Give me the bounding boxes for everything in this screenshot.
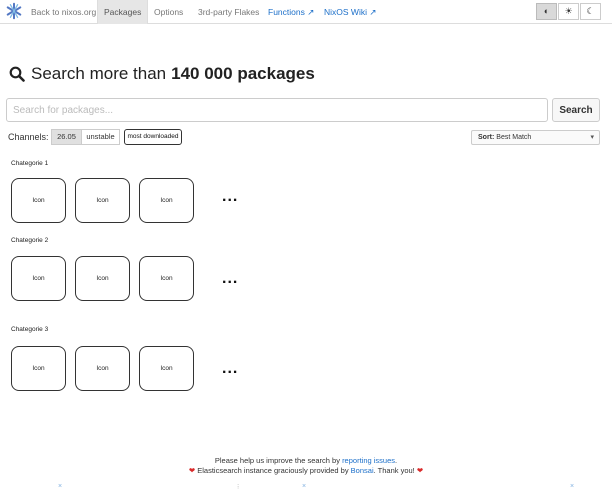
channel-26-05[interactable]: 26.05	[51, 129, 82, 145]
page-title-count: 140 000 packages	[171, 64, 315, 83]
package-icon-tile[interactable]: Icon	[75, 256, 130, 301]
nixos-logo-icon[interactable]	[5, 2, 23, 20]
nav-3rd-party-flakes[interactable]: 3rd-party Flakes	[192, 0, 265, 24]
more-indicator[interactable]: ...	[222, 270, 238, 288]
footer-sponsor-line: ❤ Elasticsearch instance graciously prov…	[0, 466, 612, 475]
footer-help-line: Please help us improve the search by rep…	[0, 456, 612, 465]
more-indicator[interactable]: ...	[222, 360, 238, 378]
decorative-mark-icon: ×	[58, 483, 63, 490]
theme-dark-icon[interactable]: ☾	[580, 3, 601, 20]
package-icon-tile[interactable]: Icon	[139, 178, 194, 223]
search-icon	[9, 66, 25, 82]
category-title: Chategorie 1	[11, 160, 49, 167]
top-navbar: Back to nixos.org Packages Options 3rd-p…	[0, 0, 612, 24]
nav-options[interactable]: Options	[148, 0, 189, 24]
page-title-prefix: Search more than	[31, 64, 167, 83]
reporting-issues-link[interactable]: reporting issues	[342, 456, 395, 465]
footer-help-suffix: .	[395, 456, 398, 465]
heart-icon: ❤	[416, 466, 424, 475]
nav-packages[interactable]: Packages	[97, 0, 149, 24]
package-icon-tile[interactable]: Icon	[139, 346, 194, 391]
package-icon-tile[interactable]: Icon	[11, 346, 66, 391]
sort-label: Sort:	[478, 134, 495, 141]
sort-value: Best Match	[496, 134, 532, 141]
channel-unstable[interactable]: unstable	[81, 129, 120, 145]
sort-select[interactable]: Sort: Best Match ▾	[471, 130, 600, 145]
nav-back-to-nixos[interactable]: Back to nixos.org	[25, 0, 102, 24]
most-downloaded-button[interactable]: most downloaded	[124, 129, 182, 145]
heart-icon: ❤	[188, 466, 196, 475]
decorative-mark-icon: ×	[302, 483, 307, 490]
bonsai-link[interactable]: Bonsai	[351, 466, 374, 475]
more-indicator[interactable]: ...	[222, 188, 238, 206]
page-title: Search more than 140 000 packages	[9, 64, 315, 84]
package-icon-tile[interactable]: Icon	[75, 346, 130, 391]
theme-auto-icon[interactable]: ◐	[536, 3, 557, 20]
search-input[interactable]	[6, 98, 548, 122]
package-icon-tile[interactable]: Icon	[139, 256, 194, 301]
category-title: Chategorie 2	[11, 237, 49, 244]
theme-light-icon[interactable]: ☀	[558, 3, 579, 20]
footer-thanks-text: . Thank you!	[373, 466, 415, 475]
nav-nixos-wiki[interactable]: NixOS Wiki ↗	[318, 0, 382, 24]
search-button[interactable]: Search	[552, 98, 600, 122]
decorative-mark-icon: ×	[570, 483, 575, 490]
theme-switcher: ◐ ☀ ☾	[536, 3, 601, 20]
package-icon-tile[interactable]: Icon	[11, 256, 66, 301]
chevron-down-icon: ▾	[590, 134, 594, 141]
package-icon-tile[interactable]: Icon	[11, 178, 66, 223]
category-title: Chategorie 3	[11, 326, 49, 333]
footer-help-text: Please help us improve the search by	[214, 456, 340, 465]
decorative-mark-icon: ⁝	[237, 484, 240, 491]
nav-functions[interactable]: Functions ↗	[262, 0, 320, 24]
channels-label: Channels:	[8, 132, 49, 142]
footer-sponsor-text: Elasticsearch instance graciously provid…	[197, 466, 349, 475]
package-icon-tile[interactable]: Icon	[75, 178, 130, 223]
